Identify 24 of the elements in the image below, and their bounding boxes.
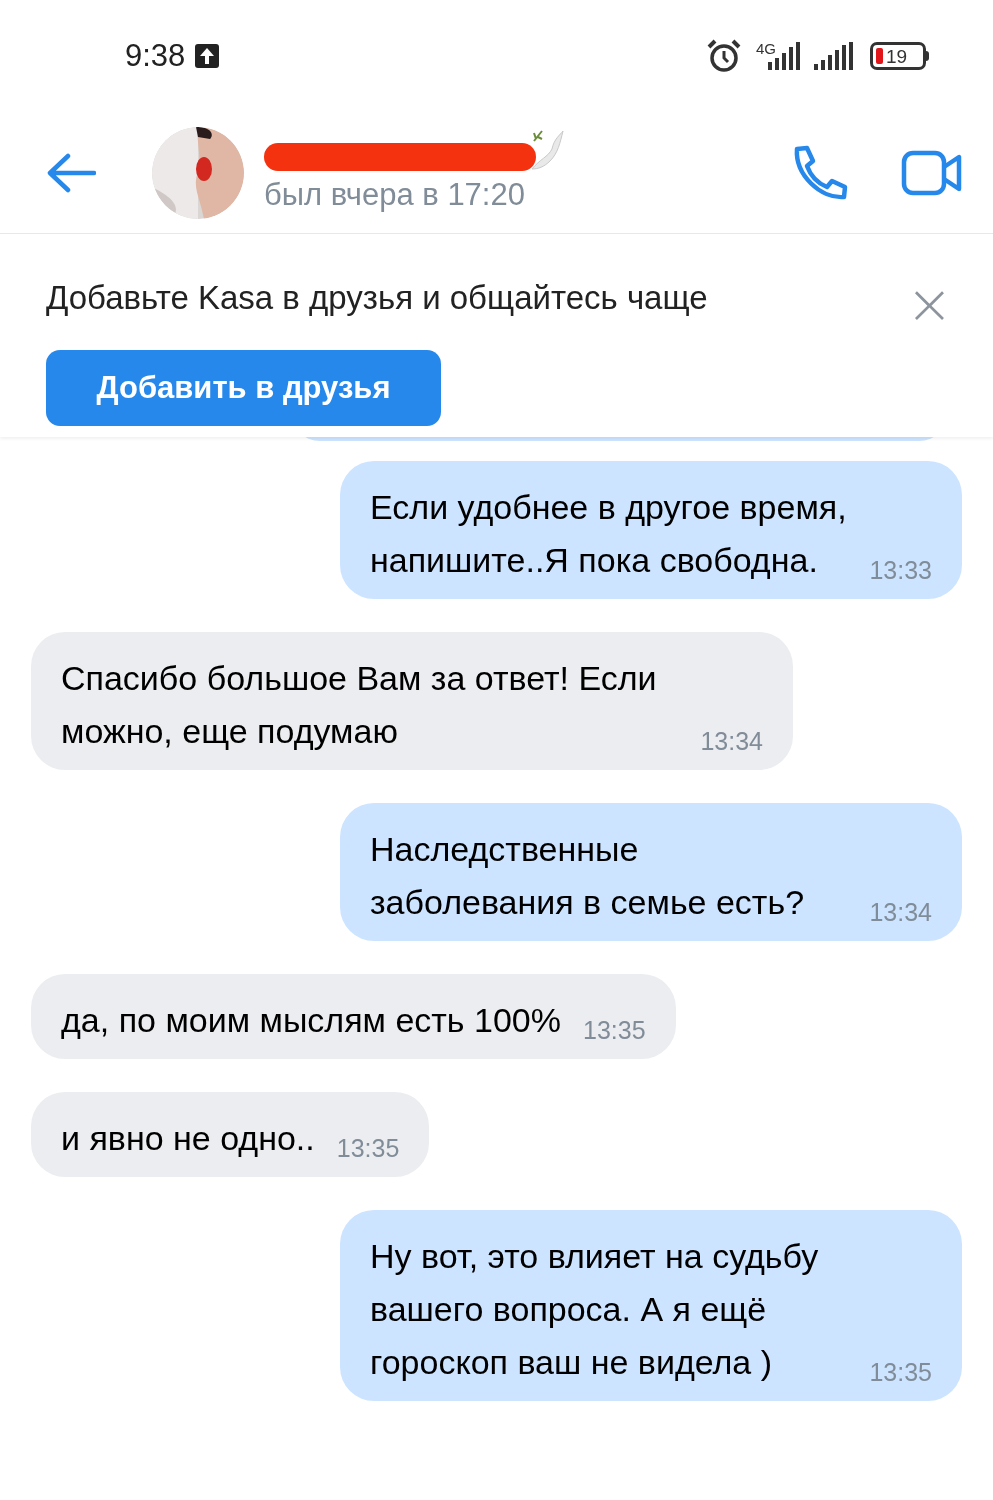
message-text: Спасибо большое Вам за ответ! Если можно, еще подумаю: [61, 658, 658, 752]
message-text: Ну вот, это влияет на судьбу вашего вопроса. А я ещё гороскоп ваш не видела ): [370, 1236, 820, 1383]
alarm-icon: [706, 39, 742, 73]
back-arrow-icon[interactable]: [46, 152, 96, 193]
close-button[interactable]: ×: [906, 276, 953, 332]
message-text: Наследственные заболевания в семье есть?: [370, 829, 806, 923]
signal-icon: [814, 42, 856, 70]
message-time: 13:34: [869, 897, 932, 928]
message-time: 13:33: [869, 555, 932, 586]
message-time: 13:35: [336, 1133, 400, 1164]
network-label: 4G: [756, 39, 776, 59]
battery-icon: 19: [870, 42, 929, 70]
message-time: 13:35: [869, 1357, 932, 1388]
add-friend-button[interactable]: Добавить в друзья: [46, 350, 441, 426]
status-time: 9:38: [125, 36, 186, 75]
message-time: 13:35: [583, 1015, 646, 1046]
message-time: 13:34: [700, 726, 763, 757]
message-text: Если удобнее в другое время, напишите..Я пока свободна.: [370, 487, 848, 581]
banner-text: Добавьте Kasa в друзья и общайтесь чаще: [46, 278, 709, 319]
upload-icon: [195, 44, 220, 68]
video-camera-icon[interactable]: [901, 149, 963, 196]
last-seen-status: был вчера в 17:20: [264, 179, 526, 210]
message-text: да, по моим мыслям есть 100%: [61, 1000, 561, 1041]
message-text: и явно не одно..: [61, 1118, 315, 1159]
